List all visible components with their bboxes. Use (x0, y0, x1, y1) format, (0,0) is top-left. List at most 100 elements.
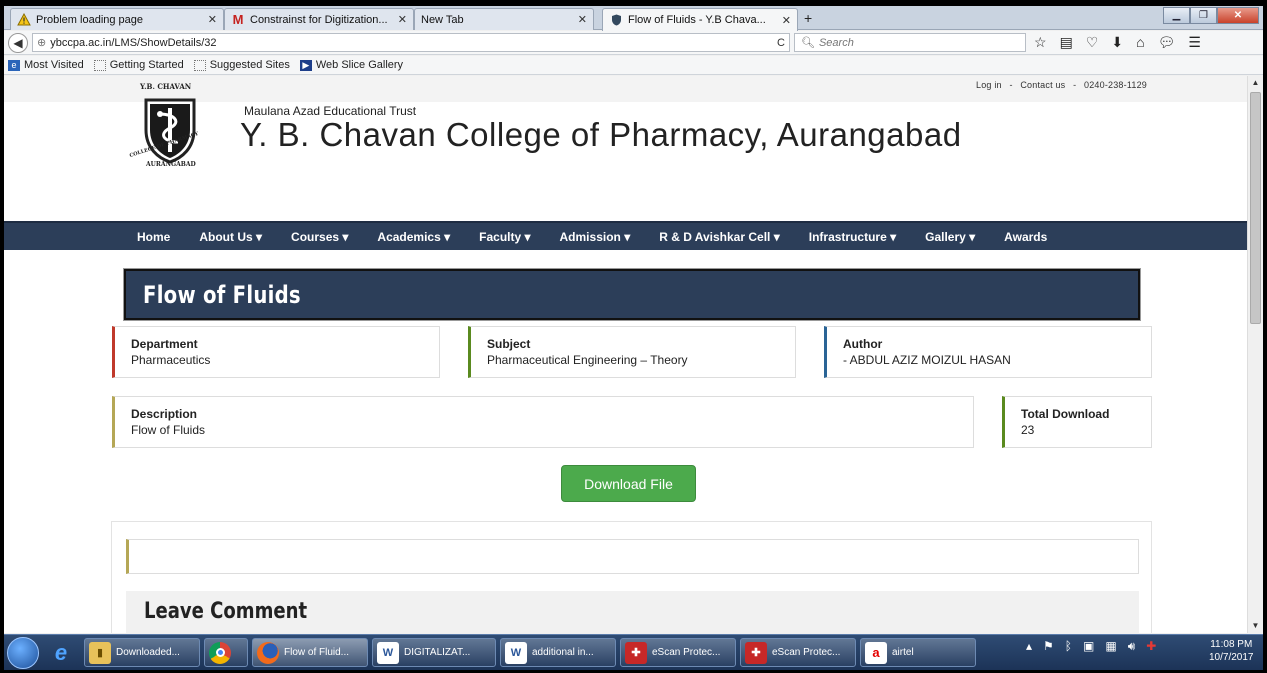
web-slice-icon: ▶ (299, 59, 312, 71)
taskbar-firefox[interactable]: Flow of Fluid... (252, 638, 368, 667)
menu-admission[interactable]: Admission ▾ (560, 230, 631, 244)
tab-new-tab[interactable]: New Tab ✕ (414, 8, 594, 30)
author-value: - ABDUL AZIZ MOIZUL HASAN (843, 353, 1011, 367)
warning-icon (17, 13, 31, 27)
chat-icon[interactable]: 💬︎ (1158, 34, 1176, 51)
pocket-icon[interactable]: ♡ (1086, 34, 1099, 51)
gmail-icon: M (232, 12, 244, 27)
clock-time: 11:08 PM (1210, 639, 1253, 650)
site-info-icon[interactable]: ⊕ (37, 36, 46, 49)
browser-window: Problem loading page ✕ M Constrainst for… (4, 6, 1263, 670)
folder-icon (193, 59, 206, 71)
menu-faculty[interactable]: Faculty ▾ (479, 230, 530, 244)
author-card: Author - ABDUL AZIZ MOIZUL HASAN (824, 326, 1152, 378)
network-icon[interactable]: ▦ (1105, 639, 1116, 654)
folder-icon (93, 59, 106, 71)
taskbar-escan-2[interactable]: ✚ eScan Protec... (740, 638, 856, 667)
device-icon[interactable]: ▣ (1083, 639, 1094, 654)
menu-about-us[interactable]: About Us ▾ (199, 230, 262, 244)
back-arrow-icon: ◀ (13, 35, 23, 50)
download-file-button[interactable]: Download File (561, 465, 696, 502)
college-name: Y. B. Chavan College of Pharmacy, Aurang… (240, 116, 962, 153)
subject-label: Subject (487, 337, 531, 351)
menu-courses[interactable]: Courses ▾ (291, 230, 348, 244)
taskbar-word-digitalization[interactable]: W DIGITALIZAT... (372, 638, 496, 667)
url-bar[interactable]: ⊕ ybccpa.ac.in/LMS/ShowDetails/32 C (32, 33, 790, 52)
close-icon[interactable]: ✕ (782, 14, 791, 27)
download-arrow-icon[interactable]: ⬇ (1111, 34, 1123, 51)
menu-rd-avishkar-cell[interactable]: R & D Avishkar Cell ▾ (659, 230, 780, 244)
back-button[interactable]: ◀ (8, 32, 28, 53)
escan-tray-icon[interactable]: ✚ (1146, 639, 1156, 654)
word-document-icon: W (505, 641, 527, 664)
search-input[interactable] (818, 36, 1009, 49)
contact-link[interactable]: Contact us (1020, 80, 1065, 90)
window-controls: ▁ ❐ ✕ (1163, 7, 1259, 24)
tray-expand-icon[interactable]: ▴ (1026, 639, 1032, 654)
leave-comment-header: Leave Comment (126, 591, 1139, 633)
toolbar-icons: ☆ ▤ ♡ ⬇ ⌂ 💬︎ ☰ (1034, 34, 1201, 51)
restore-icon[interactable]: ❐ (1190, 7, 1217, 24)
comment-panel: Leave Comment (111, 521, 1152, 633)
start-button[interactable] (7, 637, 39, 669)
tab-gmail[interactable]: M Constrainst for Digitization... ✕ (224, 8, 414, 30)
home-icon[interactable]: ⌂ (1136, 34, 1144, 51)
system-clock[interactable]: 11:08 PM 10/7/2017 (1209, 638, 1254, 664)
search-box[interactable]: 🔍︎ (794, 33, 1026, 52)
caduceus-icon (144, 98, 196, 164)
bookmark-getting-started[interactable]: Getting Started (93, 59, 184, 71)
college-logo[interactable]: Y.B. CHAVAN COLLEGE OF PHARMACY AURANGAB… (129, 82, 206, 168)
ie-icon: e (8, 59, 20, 71)
menu-awards[interactable]: Awards (1004, 230, 1047, 244)
total-download-value: 23 (1021, 423, 1035, 437)
folder-icon: ▮ (89, 641, 111, 664)
bookmark-web-slice-gallery[interactable]: ▶ Web Slice Gallery (299, 59, 403, 71)
clock-date: 10/7/2017 (1209, 652, 1254, 663)
department-value: Pharmaceutics (131, 353, 211, 367)
login-link[interactable]: Log in (976, 80, 1002, 90)
menu-icon[interactable]: ☰ (1188, 34, 1201, 51)
chrome-icon (209, 641, 231, 664)
bookmark-suggested-sites[interactable]: Suggested Sites (193, 59, 290, 71)
tab-problem-loading[interactable]: Problem loading page ✕ (10, 8, 224, 30)
minimize-icon[interactable]: ▁ (1163, 7, 1190, 24)
window-close-icon[interactable]: ✕ (1217, 7, 1259, 24)
scroll-down-icon[interactable]: ▼ (1248, 619, 1263, 633)
menu-academics[interactable]: Academics ▾ (377, 230, 450, 244)
close-icon[interactable]: ✕ (208, 13, 217, 26)
menu-home[interactable]: Home (137, 230, 170, 244)
bluetooth-icon[interactable]: ᛒ (1065, 639, 1072, 654)
windows-taskbar: e ▮ Downloaded... Flow of Fluid... W DIG… (4, 634, 1263, 670)
author-label: Author (843, 337, 883, 351)
top-links: Log in - Contact us - 0240-238-1129 (976, 80, 1147, 90)
description-value: Flow of Fluids (131, 423, 206, 437)
flag-icon[interactable]: ⚑ (1043, 639, 1054, 654)
vertical-scrollbar[interactable]: ▲ ▼ (1247, 76, 1263, 633)
tab-flow-of-fluids[interactable]: Flow of Fluids - Y.B Chava... ✕ (602, 8, 798, 31)
scroll-thumb[interactable] (1250, 92, 1261, 324)
reading-list-icon[interactable]: ▤ (1060, 34, 1073, 51)
search-icon: 🔍︎ (801, 37, 815, 49)
scroll-up-icon[interactable]: ▲ (1248, 76, 1263, 90)
reload-icon[interactable]: C (777, 37, 785, 49)
navigation-toolbar: ◀ ⊕ ybccpa.ac.in/LMS/ShowDetails/32 C 🔍︎… (4, 31, 1263, 55)
escan-shield-icon: ✚ (745, 641, 767, 664)
empty-content-box (126, 539, 1139, 574)
subject-value: Pharmaceutical Engineering – Theory (487, 353, 688, 367)
total-download-card: Total Download 23 (1002, 396, 1152, 448)
taskbar-downloaded[interactable]: ▮ Downloaded... (84, 638, 200, 667)
menu-infrastructure[interactable]: Infrastructure ▾ (809, 230, 896, 244)
close-icon[interactable]: ✕ (578, 13, 587, 26)
new-tab-button[interactable]: + (804, 10, 812, 26)
tab-bar: Problem loading page ✕ M Constrainst for… (4, 6, 1263, 31)
volume-icon[interactable]: 🔊︎ (1128, 639, 1136, 654)
taskbar-airtel[interactable]: a airtel (860, 638, 976, 667)
bookmark-most-visited[interactable]: e Most Visited (8, 59, 84, 71)
close-icon[interactable]: ✕ (398, 13, 407, 26)
menu-gallery[interactable]: Gallery ▾ (925, 230, 975, 244)
ie-taskbar-icon[interactable]: e (44, 638, 78, 668)
bookmark-star-icon[interactable]: ☆ (1034, 34, 1047, 51)
taskbar-escan-1[interactable]: ✚ eScan Protec... (620, 638, 736, 667)
taskbar-word-additional[interactable]: W additional in... (500, 638, 616, 667)
taskbar-chrome[interactable] (204, 638, 248, 667)
